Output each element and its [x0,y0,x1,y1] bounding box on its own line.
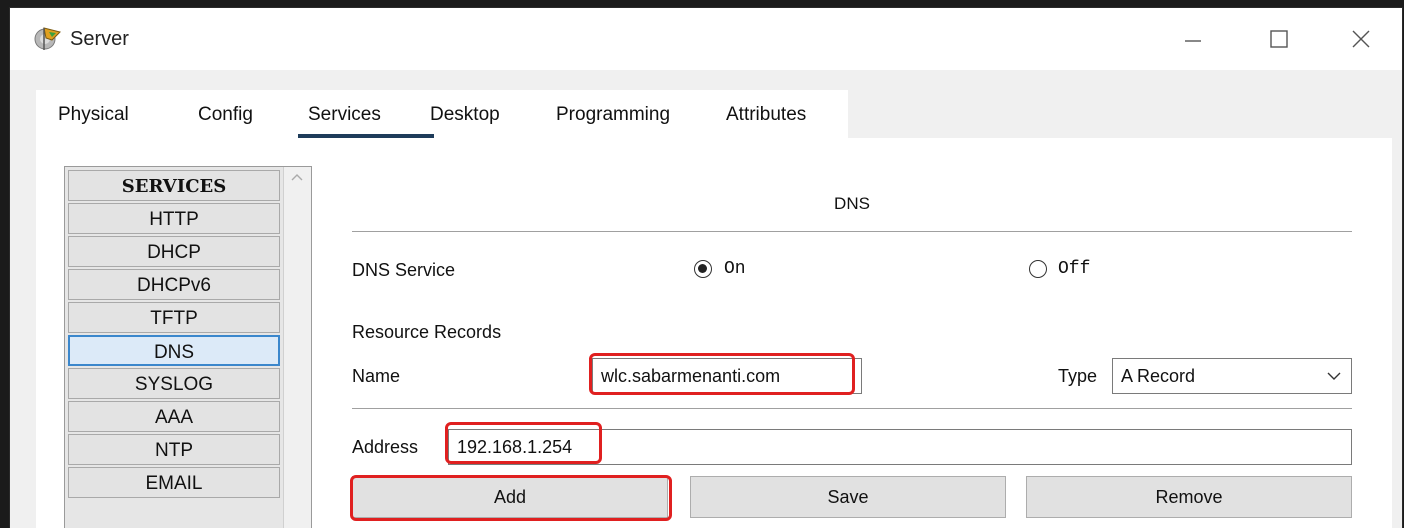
minimize-button[interactable] [1158,8,1228,70]
type-label: Type [1058,366,1098,386]
scroll-up-arrow-icon[interactable] [284,167,311,187]
dns-off-label[interactable]: Off [1058,259,1090,279]
services-list: SERVICES HTTP DHCP DHCPv6 TFTP DNS SYSLO… [64,166,312,528]
type-select[interactable]: A Record [1112,358,1352,394]
dns-on-label[interactable]: On [724,259,746,279]
tab-config[interactable]: Config [198,90,253,138]
add-button[interactable]: Add [352,476,668,518]
dns-off-radio[interactable] [1029,260,1047,278]
window-title: Server [70,28,129,50]
server-window: Server Physical Config Services Desktop … [10,8,1402,528]
chevron-down-icon [1327,372,1341,380]
service-item-http[interactable]: HTTP [68,203,280,234]
close-button[interactable] [1326,8,1396,70]
save-button[interactable]: Save [690,476,1006,518]
tab-services[interactable]: Services [308,90,381,138]
divider [352,231,1352,232]
tab-attributes[interactable]: Attributes [726,90,806,138]
service-item-dhcp[interactable]: DHCP [68,236,280,267]
service-item-syslog[interactable]: SYSLOG [68,368,280,399]
packet-tracer-server-icon [32,26,62,52]
dns-heading: DNS [834,194,870,213]
services-panel: SERVICES HTTP DHCP DHCPv6 TFTP DNS SYSLO… [36,138,1392,528]
close-icon [1352,30,1370,48]
service-item-aaa[interactable]: AAA [68,401,280,432]
service-item-tftp[interactable]: TFTP [68,302,280,333]
maximize-icon [1270,30,1288,48]
service-item-dhcpv6[interactable]: DHCPv6 [68,269,280,300]
dns-service-label: DNS Service [352,260,456,280]
address-input[interactable]: 192.168.1.254 [448,429,1352,465]
tab-desktop[interactable]: Desktop [430,90,500,138]
service-item-ntp[interactable]: NTP [68,434,280,465]
tab-physical[interactable]: Physical [58,90,129,138]
radio-selected-dot [698,264,707,273]
title-bar: Server [10,8,1402,70]
maximize-button[interactable] [1244,8,1314,70]
divider [352,408,1352,409]
dns-on-radio[interactable] [694,260,712,278]
tab-bar: Physical Config Services Desktop Program… [36,90,848,139]
remove-button[interactable]: Remove [1026,476,1352,518]
type-select-value: A Record [1121,366,1196,386]
name-label: Name [352,366,401,386]
service-item-email[interactable]: EMAIL [68,467,280,498]
tab-programming[interactable]: Programming [556,90,670,138]
service-item-dns[interactable]: DNS [68,335,280,366]
services-scrollbar[interactable] [283,167,311,528]
name-input[interactable]: wlc.sabarmenanti.com [592,358,862,394]
resource-records-label: Resource Records [352,322,502,342]
services-list-header: SERVICES [68,170,280,201]
minimize-icon [1185,40,1201,42]
address-label: Address [352,437,419,457]
